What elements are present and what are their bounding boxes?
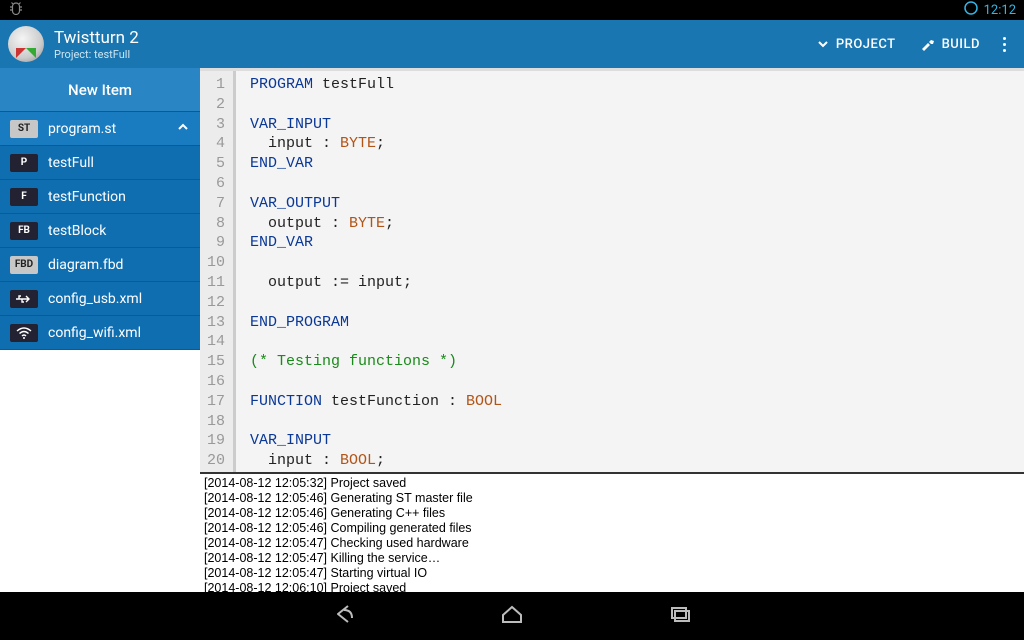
- app-subtitle: Project: testFull: [54, 48, 139, 61]
- fb-badge: FB: [10, 222, 38, 240]
- app-toolbar: Twistturn 2 Project: testFull PROJECT BU…: [0, 20, 1024, 68]
- chevron-down-icon: [816, 37, 830, 51]
- tree-item-testBlock[interactable]: FB testBlock: [0, 214, 200, 248]
- line-gutter: 1234567891011121314151617181920212223242…: [200, 71, 236, 472]
- p-badge: P: [10, 154, 38, 172]
- new-item-label: New Item: [68, 81, 132, 99]
- back-button[interactable]: [330, 600, 358, 632]
- tree-item-label: program.st: [48, 121, 116, 137]
- tree-item-label: testFull: [48, 155, 94, 171]
- wifi-badge: [10, 324, 38, 342]
- tree-item-label: testFunction: [48, 189, 126, 205]
- overflow-menu[interactable]: [992, 37, 1016, 52]
- app-title: Twistturn 2: [54, 28, 139, 48]
- project-tree: STprogram.stPtestFullFtestFunctionFBtest…: [0, 112, 200, 350]
- tree-item-testFunction[interactable]: FtestFunction: [0, 180, 200, 214]
- build-label: BUILD: [942, 37, 980, 52]
- sidebar-blank: [0, 350, 200, 592]
- hammer-icon: [920, 36, 936, 52]
- status-bar: 12:12: [0, 0, 1024, 20]
- tree-item-label: diagram.fbd: [48, 257, 123, 273]
- project-menu[interactable]: PROJECT: [804, 20, 908, 68]
- tree-item-label: config_wifi.xml: [48, 325, 141, 341]
- main-area: New Item STprogram.stPtestFullFtestFunct…: [0, 68, 1024, 592]
- tree-item-program-st[interactable]: ST program.st: [0, 112, 200, 146]
- home-button[interactable]: [498, 600, 526, 632]
- network-icon: [964, 1, 978, 19]
- code-editor[interactable]: 1234567891011121314151617181920212223242…: [200, 68, 1024, 472]
- tree-item-label: testBlock: [48, 223, 106, 239]
- chevron-up-icon: [176, 120, 190, 138]
- recent-button[interactable]: [666, 600, 694, 632]
- build-button[interactable]: BUILD: [908, 20, 992, 68]
- usb-badge: [10, 290, 38, 308]
- code-content[interactable]: PROGRAM testFull VAR_INPUT input : BYTE;…: [236, 71, 1024, 472]
- status-time: 12:12: [984, 3, 1016, 18]
- debug-icon: [8, 1, 24, 19]
- tree-item-diagram-fbd[interactable]: FBD diagram.fbd: [0, 248, 200, 282]
- new-item-button[interactable]: New Item: [0, 68, 200, 112]
- tree-item-config_wifi-xml[interactable]: config_wifi.xml: [0, 316, 200, 350]
- app-title-block: Twistturn 2 Project: testFull: [54, 28, 139, 61]
- sidebar: New Item STprogram.stPtestFullFtestFunct…: [0, 68, 200, 592]
- project-label: PROJECT: [836, 37, 896, 52]
- tree-item-config_usb-xml[interactable]: config_usb.xml: [0, 282, 200, 316]
- tree-item-testFull[interactable]: PtestFull: [0, 146, 200, 180]
- f-badge: F: [10, 188, 38, 206]
- android-nav-bar: [0, 592, 1024, 640]
- fbd-badge: FBD: [10, 256, 38, 274]
- output-console[interactable]: [2014-08-12 12:05:32] Project saved[2014…: [200, 472, 1024, 592]
- editor-wrap: 1234567891011121314151617181920212223242…: [200, 68, 1024, 592]
- app-icon[interactable]: [8, 26, 44, 62]
- st-badge: ST: [10, 120, 38, 138]
- tree-item-label: config_usb.xml: [48, 291, 142, 307]
